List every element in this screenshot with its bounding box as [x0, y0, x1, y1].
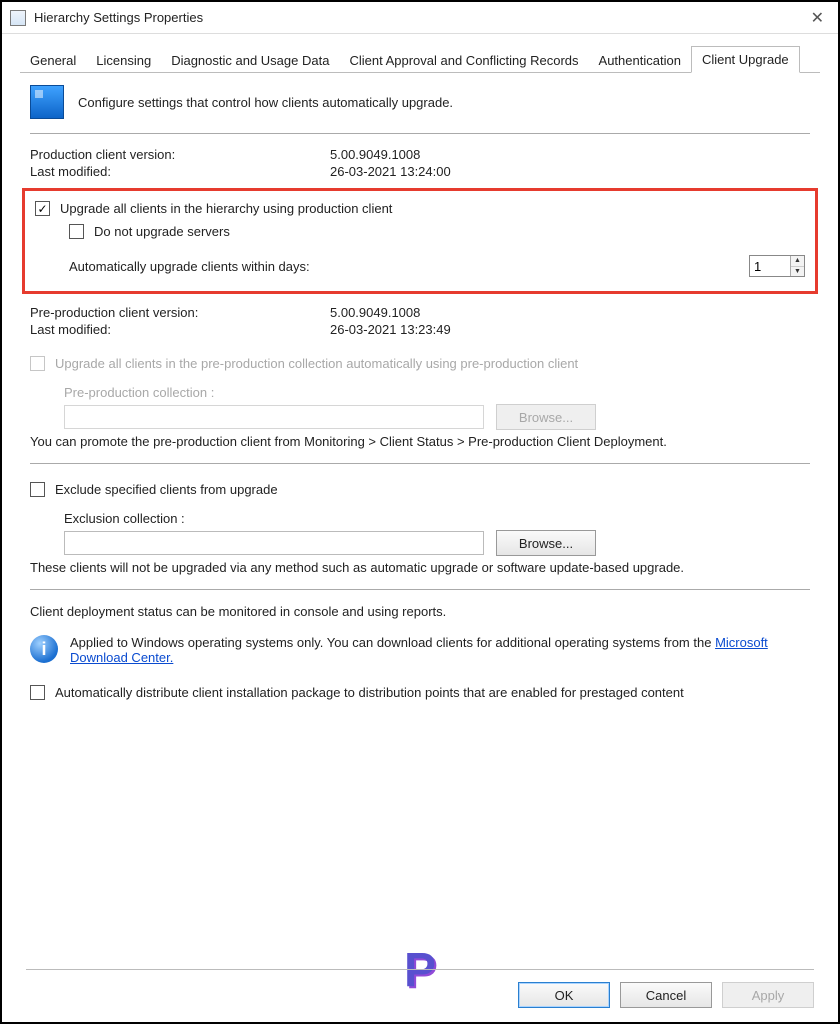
tab-authentication[interactable]: Authentication: [589, 48, 691, 73]
intro-text: Configure settings that control how clie…: [78, 95, 453, 110]
preprod-upgrade-label: Upgrade all clients in the pre-productio…: [55, 356, 578, 371]
upgrade-all-checkbox[interactable]: ✓: [35, 201, 50, 216]
prod-modified-label: Last modified:: [30, 164, 330, 179]
exclude-label: Exclude specified clients from upgrade: [55, 482, 278, 497]
deploy-status-note: Client deployment status can be monitore…: [30, 604, 810, 629]
close-icon[interactable]: ✕: [805, 8, 830, 28]
tabstrip: General Licensing Diagnostic and Usage D…: [2, 34, 838, 73]
noservers-checkbox[interactable]: [69, 224, 84, 239]
upgrade-all-label: Upgrade all clients in the hierarchy usi…: [60, 201, 392, 216]
cancel-button[interactable]: Cancel: [620, 982, 712, 1008]
preprod-collection-input: [64, 405, 484, 429]
prod-version-label: Production client version:: [30, 147, 330, 162]
exclude-note: These clients will not be upgraded via a…: [30, 560, 810, 575]
preprod-browse-button: Browse...: [496, 404, 596, 430]
info-icon: i: [30, 635, 58, 663]
preprod-modified-value: 26-03-2021 13:23:49: [330, 322, 810, 337]
preprod-promote-note: You can promote the pre-production clien…: [30, 434, 810, 449]
tab-licensing[interactable]: Licensing: [86, 48, 161, 73]
apply-button: Apply: [722, 982, 814, 1008]
distribute-label: Automatically distribute client installa…: [55, 685, 684, 700]
tab-client-upgrade[interactable]: Client Upgrade: [691, 46, 800, 73]
window-title: Hierarchy Settings Properties: [34, 10, 805, 25]
exclude-checkbox[interactable]: [30, 482, 45, 497]
app-icon: [10, 10, 26, 26]
preprod-collection-label: Pre-production collection :: [30, 375, 810, 400]
days-label: Automatically upgrade clients within day…: [35, 259, 749, 274]
button-bar: OK Cancel Apply: [26, 969, 814, 1008]
tab-diagnostic[interactable]: Diagnostic and Usage Data: [161, 48, 339, 73]
exclude-collection-label: Exclusion collection :: [30, 501, 810, 526]
distribute-checkbox[interactable]: [30, 685, 45, 700]
preprod-version-value: 5.00.9049.1008: [330, 305, 810, 320]
titlebar: Hierarchy Settings Properties ✕: [2, 2, 838, 34]
exclude-browse-button[interactable]: Browse...: [496, 530, 596, 556]
days-spinner[interactable]: ▲▼: [749, 255, 805, 277]
preprod-version-label: Pre-production client version:: [30, 305, 330, 320]
prod-modified-value: 26-03-2021 13:24:00: [330, 164, 810, 179]
highlight-box: ✓ Upgrade all clients in the hierarchy u…: [22, 188, 818, 294]
tab-client-approval[interactable]: Client Approval and Conflicting Records: [339, 48, 588, 73]
settings-icon: [30, 85, 64, 119]
exclude-collection-input[interactable]: [64, 531, 484, 555]
info-text-a: Applied to Windows operating systems onl…: [70, 635, 715, 650]
preprod-modified-label: Last modified:: [30, 322, 330, 337]
preprod-upgrade-checkbox: [30, 356, 45, 371]
info-text: Applied to Windows operating systems onl…: [70, 635, 810, 665]
noservers-label: Do not upgrade servers: [94, 224, 230, 239]
tab-general[interactable]: General: [20, 48, 86, 73]
ok-button[interactable]: OK: [518, 982, 610, 1008]
spinner-down-icon[interactable]: ▼: [791, 267, 804, 277]
spinner-up-icon[interactable]: ▲: [791, 256, 804, 267]
days-input[interactable]: [750, 256, 790, 276]
prod-version-value: 5.00.9049.1008: [330, 147, 810, 162]
